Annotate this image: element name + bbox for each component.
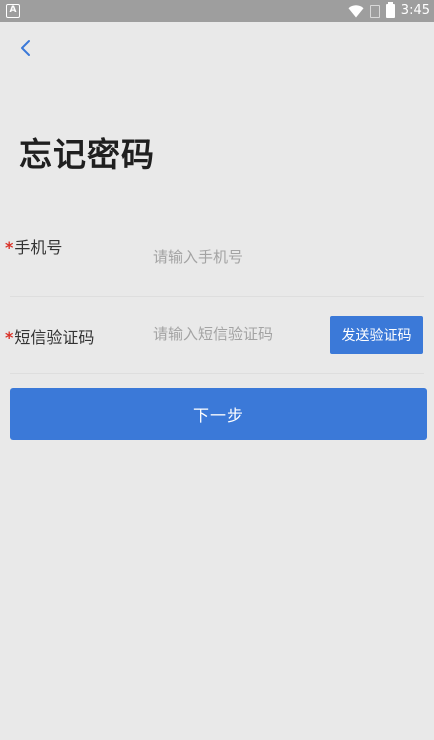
status-icons: 3:45 — [348, 2, 430, 20]
back-button[interactable] — [12, 34, 40, 62]
chevron-left-icon — [21, 40, 30, 56]
sim-icon — [369, 4, 380, 18]
phone-input[interactable] — [153, 246, 413, 268]
required-mark: * — [5, 328, 14, 347]
send-code-button[interactable]: 发送验证码 — [330, 316, 423, 354]
required-mark: * — [5, 238, 14, 257]
top-bar — [0, 22, 434, 76]
status-bar: A 3:45 — [0, 0, 434, 22]
sms-code-row: *短信验证码 发送验证码 — [0, 298, 434, 372]
divider — [10, 373, 424, 374]
divider — [10, 296, 424, 297]
wifi-icon — [348, 4, 364, 17]
sms-code-label-text: 短信验证码 — [14, 328, 95, 347]
app-notification-icon: A — [6, 4, 20, 18]
battery-icon — [385, 2, 395, 18]
page-title: 忘记密码 — [19, 135, 155, 174]
phone-label: *手机号 — [5, 234, 62, 258]
sms-code-input[interactable] — [153, 323, 323, 345]
sms-code-label: *短信验证码 — [5, 324, 94, 348]
status-time: 3:45 — [400, 3, 430, 18]
next-button[interactable]: 下一步 — [10, 388, 427, 440]
phone-label-text: 手机号 — [14, 238, 63, 257]
phone-row: *手机号 — [0, 224, 434, 296]
